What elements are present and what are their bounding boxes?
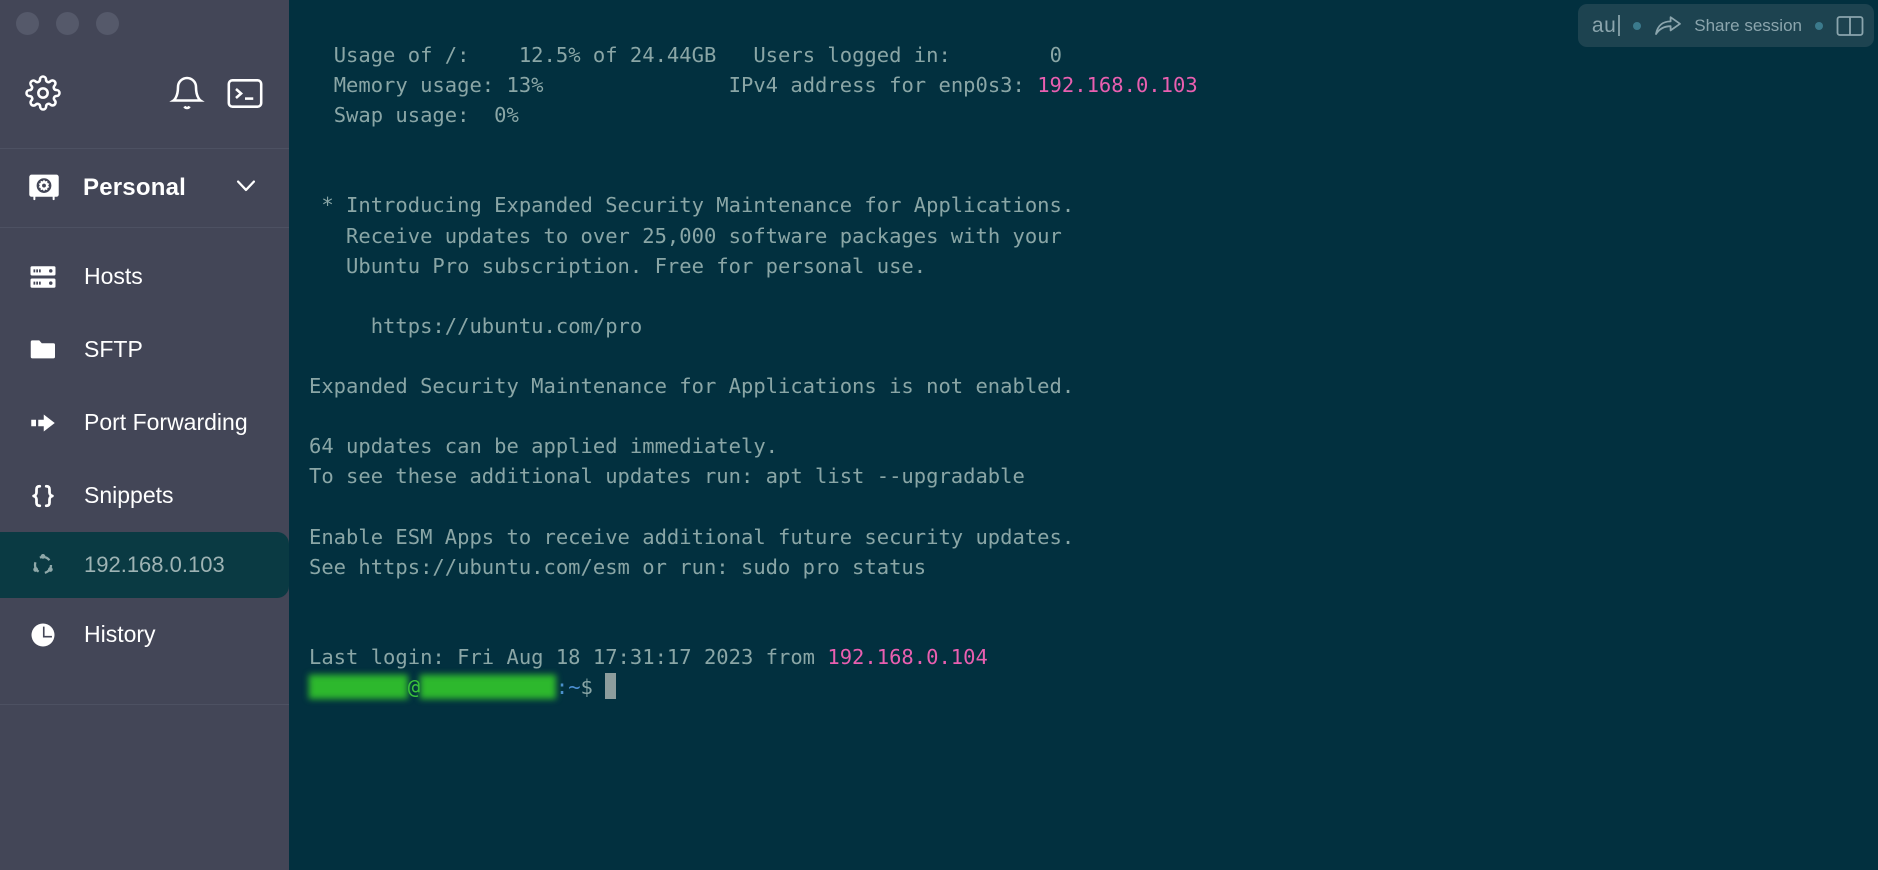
app-window: Personal (0, 0, 1878, 870)
vault-icon (27, 171, 61, 205)
sidebar-item-192-168-0-103[interactable]: 192.168.0.103 (0, 532, 289, 598)
sidebar-item-snippets[interactable]: Snippets (0, 459, 289, 532)
sidebar-item-label: Hosts (84, 263, 143, 290)
folder-icon (26, 333, 60, 367)
prompt-tilde: ~ (568, 675, 580, 699)
prompt-sigil: $ (581, 675, 593, 699)
server-icon (26, 260, 60, 294)
sidebar-item-label: SFTP (84, 336, 143, 363)
sidebar-toolbar (0, 47, 289, 148)
sidebar-item-history[interactable]: History (0, 598, 289, 671)
term-line-updates-2: To see these additional updates run: apt… (309, 464, 1025, 488)
term-line-esm-url: https://ubuntu.com/pro (309, 314, 642, 338)
term-line-prompt: ████████@███████████:~$ (309, 675, 616, 699)
sidebar-divider-bottom (0, 704, 289, 705)
separator-dot (1633, 22, 1641, 30)
prompt-hostname: ███████████ (420, 672, 556, 702)
term-line-esm-1: * Introducing Expanded Security Maintena… (309, 193, 1074, 217)
session-tab-value[interactable]: au (1592, 14, 1616, 38)
term-line-enable-2: See https://ubuntu.com/esm or run: sudo … (309, 555, 926, 579)
split-pane-icon[interactable] (1836, 14, 1864, 38)
text-cursor (1618, 15, 1620, 36)
separator-dot (1815, 22, 1823, 30)
chevron-down-icon[interactable] (235, 179, 257, 193)
sidebar-nav: Hosts SFTP Port Forwarding (0, 228, 289, 870)
term-line-esm-3: Ubuntu Pro subscription. Free for person… (309, 254, 926, 278)
maximize-button[interactable] (96, 12, 119, 35)
prompt-colon: : (556, 675, 568, 699)
sidebar-item-port-forwarding[interactable]: Port Forwarding (0, 386, 289, 459)
clock-icon (26, 618, 60, 652)
vault-label: Personal (83, 174, 186, 202)
sidebar-item-hosts[interactable]: Hosts (0, 240, 289, 313)
ipv4-value: 192.168.0.103 (1037, 73, 1197, 97)
term-line-esm-2: Receive updates to over 25,000 software … (309, 224, 1062, 248)
terminal-output: Usage of /: 12.5% of 24.44GB Users logge… (309, 40, 1198, 702)
sidebar-item-label: History (84, 621, 156, 648)
session-toolbar: au Share session (1578, 4, 1874, 47)
last-login-host: 192.168.0.104 (827, 645, 987, 669)
term-line-usage: Usage of /: 12.5% of 24.44GB Users logge… (309, 43, 1062, 67)
braces-icon (26, 479, 60, 513)
sidebar-item-sftp[interactable]: SFTP (0, 313, 289, 386)
sidebar-item-label: Port Forwarding (84, 409, 248, 436)
sidebar: Personal (0, 0, 289, 870)
close-button[interactable] (16, 12, 39, 35)
gear-icon[interactable] (25, 75, 61, 111)
terminal-pane[interactable]: Usage of /: 12.5% of 24.44GB Users logge… (289, 0, 1878, 870)
terminal-cursor (605, 673, 616, 699)
share-session-label[interactable]: Share session (1694, 16, 1802, 36)
term-line-swap: Swap usage: 0% (309, 103, 519, 127)
terminal-icon[interactable] (227, 77, 263, 109)
share-arrow-icon[interactable] (1654, 15, 1682, 37)
window-traffic-lights (0, 0, 289, 47)
term-line-esm-status: Expanded Security Maintenance for Applic… (309, 374, 1074, 398)
vault-selector[interactable]: Personal (0, 149, 289, 227)
sidebar-item-label: 192.168.0.103 (84, 552, 225, 578)
port-forwarding-icon (26, 406, 60, 440)
term-line-updates-1: 64 updates can be applied immediately. (309, 434, 778, 458)
term-line-last-login: Last login: Fri Aug 18 17:31:17 2023 fro… (309, 645, 988, 669)
minimize-button[interactable] (56, 12, 79, 35)
sidebar-item-label: Snippets (84, 482, 174, 509)
ubuntu-icon (26, 548, 60, 582)
term-line-memory: Memory usage: 13% IPv4 address for enp0s… (309, 73, 1198, 97)
prompt-at: @ (408, 675, 420, 699)
prompt-username: ████████ (309, 672, 408, 702)
bell-icon[interactable] (169, 75, 205, 111)
term-line-enable-1: Enable ESM Apps to receive additional fu… (309, 525, 1074, 549)
